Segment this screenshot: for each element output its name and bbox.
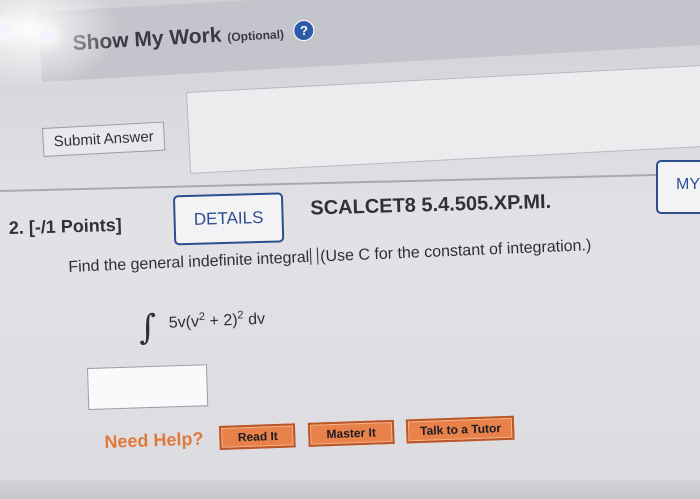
talk-to-tutor-button[interactable]: Talk to a Tutor: [406, 415, 515, 444]
integrand: 5v(v2 + 2)2 dv: [168, 309, 266, 332]
optional-label: (Optional): [226, 27, 285, 45]
question-number: 2. [-/1 Points]: [8, 214, 123, 238]
integrand-differential: dv: [243, 310, 266, 329]
details-button[interactable]: DETAILS: [172, 192, 285, 246]
my-notes-button[interactable]: MY: [656, 160, 700, 214]
integrand-middle: + 2): [204, 311, 238, 331]
screen-bottom-edge: [0, 480, 700, 499]
text-cursor-icon: [309, 247, 319, 265]
question-circle-icon[interactable]: ?: [293, 19, 316, 42]
integrand-base: 5v(v: [168, 313, 200, 332]
read-it-button[interactable]: Read It: [219, 423, 297, 450]
integral-expression: ∫ 5v(v2 + 2)2 dv: [138, 303, 266, 348]
answer-input[interactable]: [87, 364, 209, 410]
my-notes-label: MY: [676, 176, 700, 193]
integral-sign: ∫: [138, 307, 158, 348]
need-help-label: Need Help?: [104, 428, 204, 452]
master-it-button[interactable]: Master It: [307, 419, 395, 447]
light-reflection: [40, 28, 54, 42]
